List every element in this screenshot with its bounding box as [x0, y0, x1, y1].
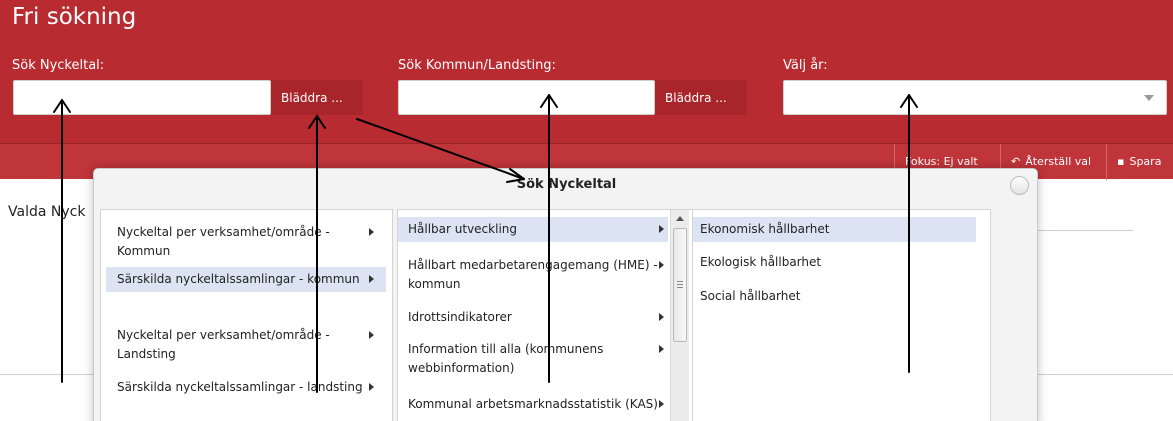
nyckeltal-column: Ekonomisk hållbarhet Ekologisk hållbarhe… — [693, 209, 991, 421]
save-label: Spara — [1129, 155, 1162, 168]
divider — [1038, 374, 1173, 375]
list-item[interactable]: Nyckeltal per verksamhet/område - Kommun — [106, 220, 386, 264]
list-item-label: Ekologisk hållbarhet — [700, 255, 822, 269]
list-item-label: Kommunal arbetsmarknadsstatistik (KAS) — [408, 397, 658, 411]
chevron-right-icon — [659, 400, 664, 408]
page-title: Fri sökning — [12, 4, 137, 30]
list-item[interactable]: Särskilda nyckeltalssamlingar - landstin… — [106, 375, 386, 400]
list-item[interactable]: Kommunal arbetsmarknadsstatistik (KAS) — [398, 392, 668, 417]
nyckeltal-label: Sök Nyckeltal: — [12, 58, 105, 73]
chevron-right-icon — [369, 331, 374, 339]
selected-nyckeltal-heading: Valda Nyck — [8, 204, 86, 220]
chevron-right-icon — [659, 345, 664, 353]
list-item-label: Hållbar utveckling — [408, 222, 517, 236]
browse-kommun-button[interactable]: Bläddra ... — [655, 80, 747, 115]
list-item-label: Hållbart medarbetarengagemang (HME) - ko… — [408, 258, 658, 291]
list-item-label: Idrottsindikatorer — [408, 310, 512, 324]
sok-nyckeltal-dialog: Sök Nyckeltal Nyckeltal per verksamhet/o… — [93, 168, 1038, 421]
reset-label: Återställ val — [1025, 155, 1092, 168]
scroll-up-icon[interactable] — [676, 216, 684, 221]
divider — [0, 374, 95, 375]
list-item[interactable]: Hållbart medarbetarengagemang (HME) - ko… — [398, 253, 668, 297]
chevron-right-icon — [369, 275, 374, 283]
subcategory-column: Hållbar utveckling Hållbart medarbetaren… — [397, 209, 693, 421]
save-button[interactable]: ▪ Spara — [1106, 144, 1173, 180]
header-bar: Fri sökning Sök Nyckeltal: Bläddra ... S… — [0, 0, 1173, 143]
chevron-right-icon — [659, 313, 664, 321]
list-item[interactable]: Idrottsindikatorer — [398, 305, 668, 330]
list-item[interactable]: Social hållbarhet — [693, 284, 976, 309]
dialog-title: Sök Nyckeltal — [516, 177, 617, 192]
list-item[interactable]: Nyckeltal per verksamhet/område - Landst… — [106, 323, 386, 367]
list-item[interactable]: Ekonomisk hållbarhet — [693, 217, 976, 242]
kommun-label: Sök Kommun/Landsting: — [398, 58, 556, 73]
year-label: Välj år: — [783, 58, 828, 73]
scrollbar[interactable] — [670, 210, 689, 421]
list-item-label: Nyckeltal per verksamhet/område - Kommun — [117, 225, 330, 258]
list-item-label: Nyckeltal per verksamhet/område - Landst… — [117, 328, 330, 361]
list-item[interactable]: Särskilda nyckeltalssamlingar - kommun — [106, 267, 386, 292]
chevron-right-icon — [369, 228, 374, 236]
category-column: Nyckeltal per verksamhet/område - Kommun… — [100, 209, 393, 421]
scrollbar-thumb[interactable] — [673, 228, 687, 342]
caret-down-icon — [1144, 95, 1154, 101]
focus-label: Fokus: Ej valt — [905, 155, 978, 168]
divider — [1038, 230, 1133, 231]
nyckeltal-search-input[interactable] — [13, 80, 271, 115]
save-icon: ▪ — [1117, 155, 1125, 168]
list-item-label: Ekonomisk hållbarhet — [700, 222, 830, 236]
chevron-right-icon — [659, 225, 664, 233]
list-item-label: Särskilda nyckeltalssamlingar - kommun — [117, 272, 360, 286]
list-item-label: Information till alla (kommunens webbinf… — [408, 342, 604, 375]
grip-icon — [677, 281, 683, 282]
list-item-label: Social hållbarhet — [700, 289, 801, 303]
kommun-search-input[interactable] — [398, 80, 655, 115]
list-item[interactable]: Hållbar utveckling — [398, 217, 668, 242]
year-select[interactable] — [783, 80, 1167, 115]
close-icon[interactable] — [1010, 176, 1029, 195]
chevron-right-icon — [659, 261, 664, 269]
list-item[interactable]: Ekologisk hållbarhet — [693, 250, 976, 275]
list-item[interactable]: Information till alla (kommunens webbinf… — [398, 337, 668, 381]
chevron-right-icon — [369, 383, 374, 391]
list-item-label: Särskilda nyckeltalssamlingar - landstin… — [117, 380, 363, 394]
browse-nyckeltal-button[interactable]: Bläddra ... — [271, 80, 363, 115]
